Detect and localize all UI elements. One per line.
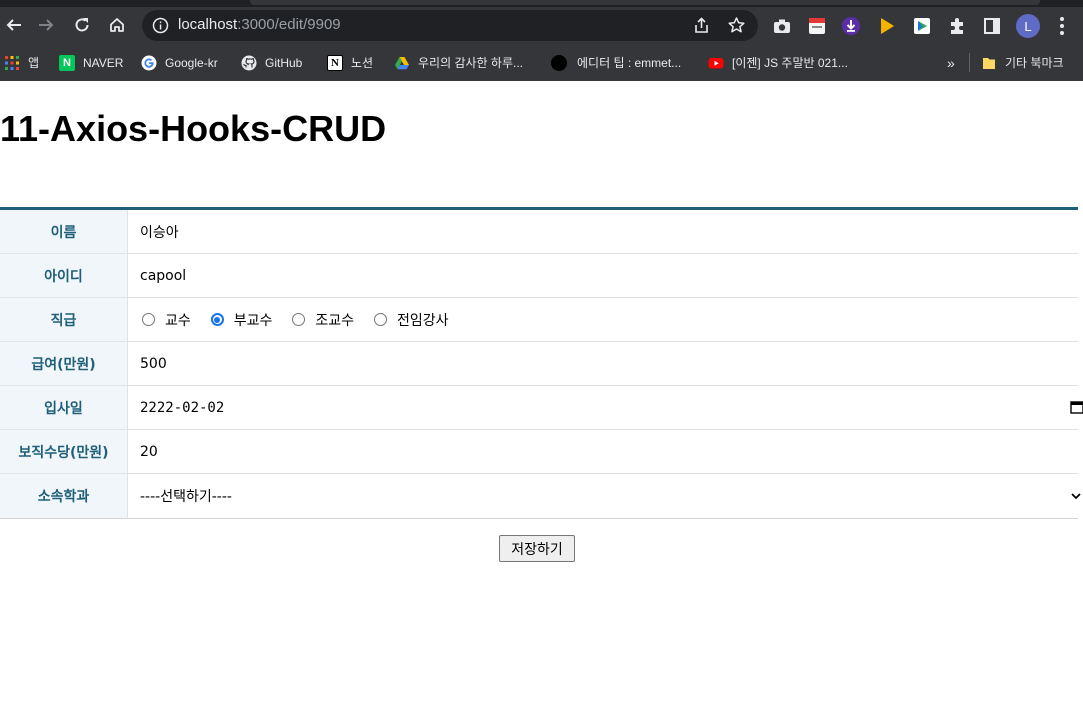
black-circle-icon: [551, 54, 567, 71]
active-tab-edge: [250, 0, 1040, 5]
commission-input[interactable]: [140, 443, 1078, 460]
site-info-icon[interactable]: [152, 17, 169, 34]
browser-menu-icon[interactable]: [1052, 15, 1072, 37]
back-arrow-icon: [6, 19, 21, 31]
play-store-extension-icon[interactable]: [912, 16, 932, 36]
home-icon: [110, 18, 124, 32]
form-row-department: 소속학과 ----선택하기----: [0, 474, 1081, 518]
url-text: localhost:3000/edit/9909: [178, 16, 341, 33]
position-option-assistant-professor[interactable]: 조교수: [290, 310, 354, 330]
bookmark-star-icon[interactable]: [727, 16, 746, 35]
radio-button-checked[interactable]: [210, 313, 224, 326]
professor-edit-form: 이름 아이디 직급 교수 부교수 조교수: [0, 207, 1083, 519]
share-icon[interactable]: [692, 16, 711, 35]
bookmark-label: Google-kr: [165, 55, 218, 70]
apps-grid-icon: [4, 55, 20, 71]
other-bookmarks-folder[interactable]: 기타 북마크: [981, 44, 1064, 81]
radio-label: 부교수: [233, 312, 273, 329]
bookmark-naver[interactable]: N NAVER: [59, 44, 123, 81]
bookmarks-separator: [969, 53, 970, 72]
extensions-puzzle-icon[interactable]: [947, 16, 967, 36]
department-selected-value: ----선택하기----: [140, 489, 232, 505]
chevron-down-icon: [1071, 493, 1081, 500]
hiredate-label: 입사일: [0, 386, 128, 429]
position-label: 직급: [0, 298, 128, 341]
url-path: :3000/edit/9909: [237, 16, 341, 33]
radio-button[interactable]: [292, 313, 306, 326]
form-row-hiredate: 입사일: [0, 386, 1083, 430]
bookmark-label: 우리의 감사한 하루...: [418, 56, 523, 70]
side-panel-icon[interactable]: [982, 16, 1002, 36]
radio-button[interactable]: [374, 313, 388, 326]
calendar-picker-icon[interactable]: [1070, 400, 1083, 414]
google-icon: [141, 55, 157, 71]
google-drive-icon: [394, 55, 410, 71]
bookmark-label: 노션: [351, 56, 374, 70]
salary-label: 급여(만원): [0, 342, 128, 385]
form-row-position: 직급 교수 부교수 조교수 전임강사: [0, 298, 1078, 342]
bookmark-apps[interactable]: 앱: [4, 44, 39, 81]
save-button[interactable]: 저장하기: [499, 535, 575, 562]
radio-label: 교수: [165, 312, 191, 329]
bookmark-label: 앱: [28, 56, 40, 70]
notion-icon: N: [327, 54, 343, 71]
bookmark-youtube[interactable]: [이젠] JS 주말반 021...: [708, 44, 848, 81]
position-option-professor[interactable]: 교수: [140, 310, 191, 330]
form-row-name: 이름: [0, 210, 1078, 254]
position-option-full-time-lecturer[interactable]: 전임강사: [372, 310, 449, 330]
department-select[interactable]: ----선택하기----: [140, 486, 1081, 506]
form-row-commission: 보직수당(만원): [0, 430, 1078, 474]
reload-button[interactable]: [68, 11, 96, 39]
forward-button[interactable]: [32, 11, 60, 39]
browser-toolbar: localhost:3000/edit/9909 L: [0, 7, 1083, 44]
github-icon: [241, 55, 257, 71]
profile-avatar[interactable]: L: [1016, 14, 1040, 38]
commission-label: 보직수당(만원): [0, 430, 128, 473]
address-bar[interactable]: localhost:3000/edit/9909: [142, 10, 758, 41]
name-label: 이름: [0, 210, 128, 253]
calendar-extension-icon[interactable]: [807, 16, 827, 36]
camera-extension-icon[interactable]: [772, 16, 792, 36]
userid-input[interactable]: [140, 267, 1078, 284]
forward-arrow-icon: [39, 19, 54, 31]
radio-button[interactable]: [142, 313, 155, 326]
bookmark-label: NAVER: [83, 55, 124, 70]
reload-icon: [75, 18, 89, 32]
bookmark-github[interactable]: GitHub: [241, 44, 302, 81]
name-input[interactable]: [140, 223, 1078, 240]
download-extension-icon[interactable]: [841, 16, 861, 36]
tab-strip: [0, 0, 1083, 7]
bookmarks-overflow-button[interactable]: »: [947, 44, 955, 81]
userid-label: 아이디: [0, 254, 128, 297]
page-title: 11-Axios-Hooks-CRUD: [0, 108, 387, 149]
position-option-associate-professor[interactable]: 부교수: [209, 310, 273, 330]
bookmark-notion[interactable]: N 노션: [327, 44, 373, 81]
position-radio-group: 교수 부교수 조교수 전임강사: [140, 310, 467, 330]
url-host: localhost: [178, 16, 238, 33]
naver-icon: N: [59, 54, 75, 71]
bookmark-drive[interactable]: 우리의 감사한 하루...: [394, 44, 523, 81]
back-button[interactable]: [0, 11, 28, 39]
form-row-userid: 아이디: [0, 254, 1078, 298]
salary-input[interactable]: [140, 355, 1078, 372]
bookmark-emmet[interactable]: 에디터 팁 : emmet...: [551, 44, 681, 81]
bookmark-google-kr[interactable]: Google-kr: [141, 44, 218, 81]
radio-label: 조교수: [315, 312, 355, 329]
bookmark-label: 에디터 팁 : emmet...: [577, 56, 682, 70]
bookmark-label: [이젠] JS 주말반 021...: [732, 56, 848, 70]
hiredate-input[interactable]: [140, 399, 1078, 416]
youtube-icon: [708, 55, 724, 71]
bookmark-label: GitHub: [265, 55, 303, 70]
home-button[interactable]: [103, 11, 131, 39]
form-row-salary: 급여(만원): [0, 342, 1078, 386]
play-extension-icon[interactable]: [877, 16, 897, 36]
radio-label: 전임강사: [397, 312, 449, 329]
bookmarks-bar: 앱 N NAVER Google-kr GitHub N 노션 우리의 감사한 …: [0, 44, 1083, 81]
folder-icon: [981, 55, 997, 71]
department-label: 소속학과: [0, 474, 128, 518]
bookmark-label: 기타 북마크: [1005, 56, 1064, 70]
